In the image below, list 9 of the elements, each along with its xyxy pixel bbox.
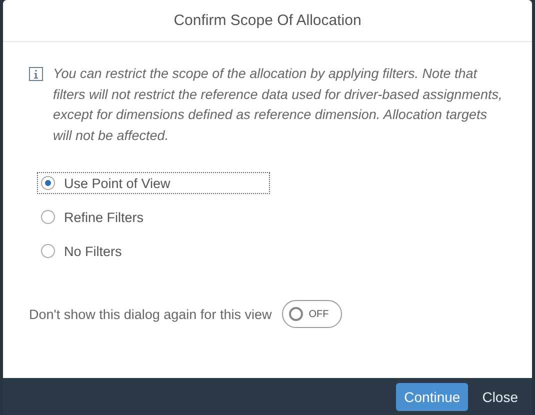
radio-option[interactable]: No Filters <box>37 240 270 262</box>
close-button[interactable]: Close <box>474 382 526 410</box>
dialog-title: Confirm Scope Of Allocation <box>174 12 362 29</box>
radio-option[interactable]: Refine Filters <box>37 206 270 228</box>
toggle-switch[interactable]: OFF <box>282 300 342 328</box>
info-icon <box>29 67 43 81</box>
radio-option[interactable]: Use Point of View <box>37 172 270 194</box>
info-text: You can restrict the scope of the allocation by applying filters. Note that filters will not restrict the reference data used for driver-based assignments, except for dimensions defined as reference dimension. Allocation targets will not be affected. <box>53 65 504 144</box>
toggle-label: Don't show this dialog again for this view <box>29 306 272 322</box>
